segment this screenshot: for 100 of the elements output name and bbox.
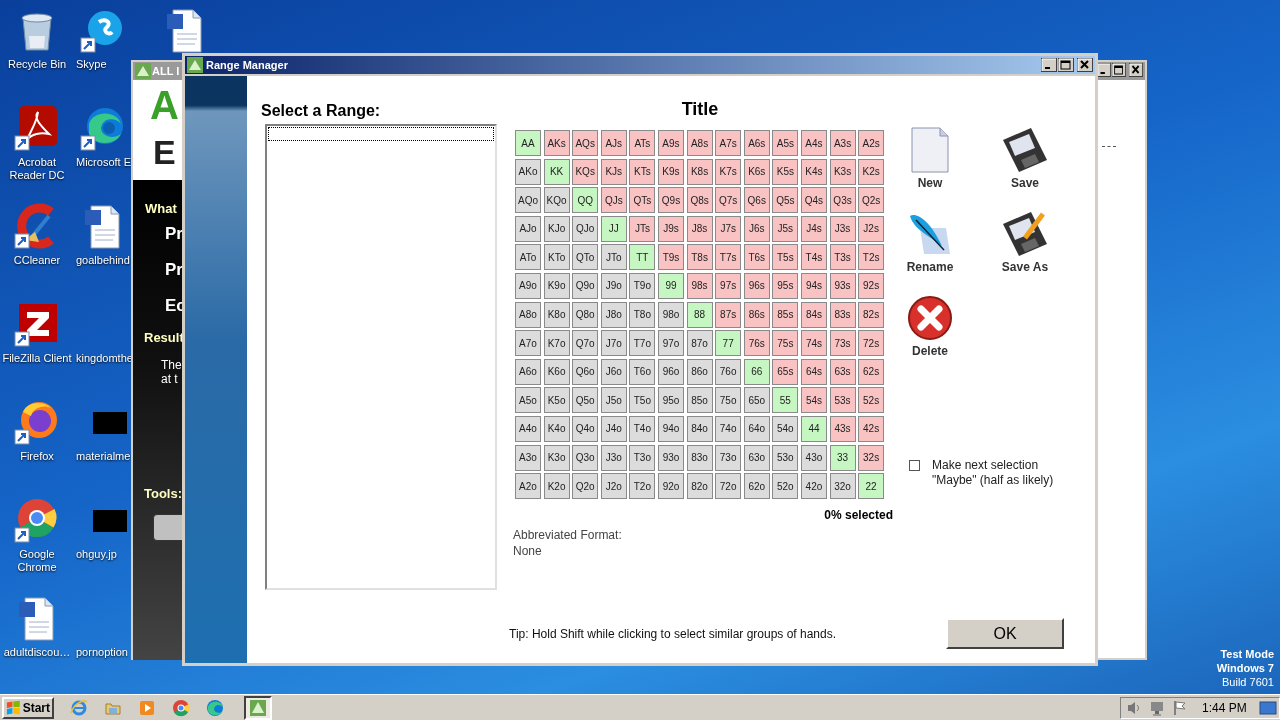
taskbar-button[interactable] (244, 695, 272, 720)
hand-cell[interactable]: K8o (543, 301, 570, 328)
hand-cell[interactable]: K6s (743, 158, 770, 185)
hand-cell[interactable]: A4o (515, 415, 541, 442)
hand-cell[interactable]: A5o (515, 387, 541, 414)
hand-cell[interactable]: Q3s (829, 187, 856, 214)
hand-cell[interactable]: 87o (686, 330, 713, 357)
hand-cell[interactable]: QJs (600, 187, 627, 214)
desktop-icon-label[interactable]: Skype (76, 58, 107, 71)
hand-cell[interactable]: T8o (629, 301, 656, 328)
hand-cell[interactable]: Q9s (657, 187, 684, 214)
hand-cell[interactable]: 65s (772, 358, 799, 385)
hand-cell[interactable]: J9s (657, 215, 684, 242)
hand-cell[interactable]: JTs (629, 215, 656, 242)
desktop-icon-label[interactable]: CCleaner (13, 254, 61, 267)
hand-cell[interactable]: A6o (515, 358, 541, 385)
close-button[interactable] (1129, 63, 1143, 77)
hand-cell[interactable]: J8s (686, 215, 713, 242)
hand-cell[interactable]: 82o (686, 473, 713, 500)
hand-cell[interactable]: Q6o (572, 358, 599, 385)
hand-cell[interactable]: Q3o (572, 444, 599, 471)
desktop-icon-label[interactable]: goalbehind (76, 254, 130, 267)
hand-cell[interactable]: 44 (800, 415, 827, 442)
hand-cell[interactable]: 92o (657, 473, 684, 500)
desktop-icon-label[interactable]: Recycle Bin (7, 58, 67, 71)
hand-cell[interactable]: K2o (543, 473, 570, 500)
hand-cell[interactable]: 94s (800, 272, 827, 299)
tool-button[interactable]: Save (990, 126, 1060, 190)
hand-cell[interactable]: A3o (515, 444, 541, 471)
hand-cell[interactable]: 98s (686, 272, 713, 299)
hand-cell[interactable]: 88 (686, 301, 713, 328)
hand-cell[interactable]: A8s (686, 130, 713, 156)
hand-cell[interactable]: J8o (600, 301, 627, 328)
hand-cell[interactable]: J2o (600, 473, 627, 500)
hand-cell[interactable]: 53o (772, 444, 799, 471)
hand-cell[interactable]: T6s (743, 244, 770, 271)
hand-cell[interactable]: 95s (772, 272, 799, 299)
hand-cell[interactable]: 42o (800, 473, 827, 500)
hand-cell[interactable]: J5o (600, 387, 627, 414)
hand-cell[interactable]: K5o (543, 387, 570, 414)
hand-cell[interactable]: 85o (686, 387, 713, 414)
maximize-button[interactable] (1112, 63, 1126, 77)
hand-cell[interactable]: T7s (715, 244, 742, 271)
hand-cell[interactable]: J9o (600, 272, 627, 299)
hand-cell[interactable]: KTo (543, 244, 570, 271)
hand-cell[interactable]: 93s (829, 272, 856, 299)
hand-cell[interactable]: 86o (686, 358, 713, 385)
hand-cell[interactable]: 62s (858, 358, 885, 385)
hand-cell[interactable]: 64s (800, 358, 827, 385)
hand-cell[interactable]: Q7o (572, 330, 599, 357)
desktop-icon-label[interactable]: materialme (76, 450, 131, 463)
hand-cell[interactable]: 72o (715, 473, 742, 500)
hand-cell[interactable]: KJs (600, 158, 627, 185)
hand-cell[interactable]: KTs (629, 158, 656, 185)
hand-cell[interactable]: Q2s (858, 187, 885, 214)
minimize-button[interactable] (1041, 58, 1057, 72)
hand-cell[interactable]: 42s (858, 415, 885, 442)
hand-cell[interactable]: 43o (800, 444, 827, 471)
desktop-icon-label[interactable]: Microsoft E (76, 156, 131, 169)
hand-cell[interactable]: A9s (657, 130, 684, 156)
hand-cell[interactable]: J7s (715, 215, 742, 242)
hand-cell[interactable]: 62o (743, 473, 770, 500)
hand-cell[interactable]: QTs (629, 187, 656, 214)
hand-cell[interactable]: KK (543, 158, 570, 185)
maximize-button[interactable] (1058, 58, 1074, 72)
menu-item[interactable]: Pr (165, 224, 183, 244)
hand-cell[interactable]: T6o (629, 358, 656, 385)
hand-cell[interactable]: AQo (515, 187, 541, 214)
hand-cell[interactable]: 73s (829, 330, 856, 357)
hand-cell[interactable]: QTo (572, 244, 599, 271)
hand-cell[interactable]: A4s (800, 130, 827, 156)
hand-cell[interactable]: KJo (543, 215, 570, 242)
hand-cell[interactable]: K4s (800, 158, 827, 185)
hand-cell[interactable]: A7s (715, 130, 742, 156)
hand-cell[interactable]: 95o (657, 387, 684, 414)
tool-button[interactable]: Rename (895, 210, 965, 274)
hand-cell[interactable]: K4o (543, 415, 570, 442)
hand-cell[interactable]: A2o (515, 473, 541, 500)
hand-cell[interactable]: J3o (600, 444, 627, 471)
hand-cell[interactable]: JTo (600, 244, 627, 271)
hand-cell[interactable]: QJo (572, 215, 599, 242)
hand-cell[interactable]: 97o (657, 330, 684, 357)
hand-cell[interactable]: 96o (657, 358, 684, 385)
hand-cell[interactable]: 74s (800, 330, 827, 357)
hand-cell[interactable]: A8o (515, 301, 541, 328)
hand-cell[interactable]: 84o (686, 415, 713, 442)
hand-cell[interactable]: T3s (829, 244, 856, 271)
desktop-icon-label[interactable]: Firefox (20, 450, 54, 463)
hand-cell[interactable]: KQo (543, 187, 570, 214)
menu-item[interactable]: Pr (165, 260, 183, 280)
hand-cell[interactable]: 72s (858, 330, 885, 357)
hand-cell[interactable]: KQs (572, 158, 599, 185)
hand-cell[interactable]: J4s (800, 215, 827, 242)
desktop-icon-label[interactable]: adultdiscou… (3, 646, 71, 659)
desktop-icon-label[interactable]: Google Chrome (17, 548, 57, 574)
hand-cell[interactable]: 54s (800, 387, 827, 414)
hand-cell[interactable]: 87s (715, 301, 742, 328)
hand-cell[interactable]: 85s (772, 301, 799, 328)
hand-cell[interactable]: AJo (515, 215, 541, 242)
hand-cell[interactable]: Q4s (800, 187, 827, 214)
